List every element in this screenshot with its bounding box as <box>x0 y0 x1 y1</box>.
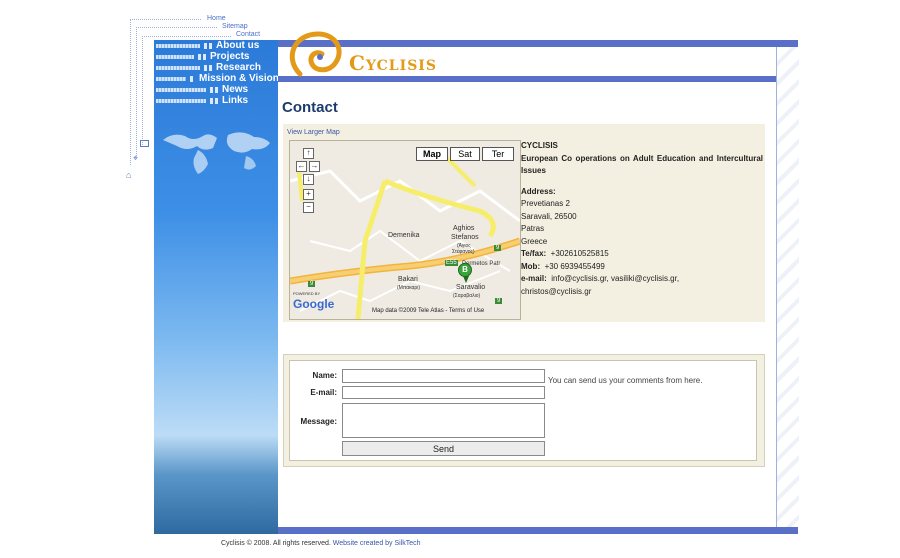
message-textarea[interactable] <box>342 403 545 438</box>
map-label: Demenika <box>388 232 420 239</box>
map-type-ter-button[interactable]: Ter <box>482 147 514 161</box>
nav-bar-graphic <box>156 88 206 92</box>
nav-label: About us <box>216 40 260 51</box>
nav-item-news[interactable]: News <box>154 84 278 96</box>
name-label: Name: <box>312 371 337 380</box>
world-map-graphic <box>163 132 270 174</box>
sitemap-icon[interactable]: ⌖ <box>133 153 138 164</box>
nav-bullet-icon <box>209 43 212 49</box>
nav-bar-graphic <box>156 99 206 103</box>
nav-bar-graphic <box>156 55 194 59</box>
map-marker-icon[interactable]: B <box>458 263 472 277</box>
google-logo: Google <box>293 297 335 311</box>
nav-bullet-icon <box>210 98 213 104</box>
nav-bullet-icon <box>204 65 207 71</box>
contact-link[interactable]: Contact <box>236 31 260 38</box>
nav-item-mission-vision[interactable]: Mission & Vision <box>154 73 279 85</box>
powered-by-label: POWERED BY <box>293 291 321 296</box>
email-input[interactable] <box>342 386 545 399</box>
nav-item-links[interactable]: Links <box>154 95 278 107</box>
pan-up-icon[interactable]: ↑ <box>303 148 314 159</box>
map-attribution: Map data ©2009 Tele Atlas - Terms of Use <box>372 308 485 314</box>
nav-bullet-icon <box>210 87 213 93</box>
address-label: Address: <box>521 186 556 196</box>
sidebar: About us Projects Research Mission & Vis… <box>154 40 279 534</box>
road-badge: E55 <box>445 260 458 266</box>
org-name: CYCLISIS <box>521 141 558 150</box>
home-link[interactable]: Home <box>207 15 226 22</box>
address-line: Patras <box>521 224 545 233</box>
bottom-bar <box>278 527 798 534</box>
mob-value: +30 6939455499 <box>544 261 605 271</box>
nav-bullet-icon <box>215 98 218 104</box>
home-icon[interactable]: ⌂ <box>126 170 131 180</box>
mail-icon[interactable] <box>140 140 149 147</box>
pan-right-icon[interactable]: → <box>309 161 320 172</box>
nav-bullet-icon <box>204 43 207 49</box>
map-roads-graphic <box>290 141 520 319</box>
address-line: Prevetianas 2 <box>521 199 570 208</box>
nav-bullet-icon <box>203 54 206 60</box>
right-border <box>776 47 777 527</box>
nav-label: Projects <box>210 51 250 62</box>
right-decoration <box>776 47 799 527</box>
email-label: e-mail: <box>521 274 547 283</box>
logo-text: Cyclisis <box>349 51 437 75</box>
road-badge: 9 <box>495 298 503 304</box>
message-label: Message: <box>300 417 337 426</box>
map-label: Saravalio <box>456 284 486 291</box>
nav-bar-graphic <box>156 77 186 81</box>
footer: Cyclisis © 2008. All rights reserved. We… <box>221 540 421 547</box>
view-larger-map-link[interactable]: View Larger Map <box>287 129 340 136</box>
map-label: (Σαραβαλιο) <box>453 293 481 299</box>
nav-label: News <box>222 84 249 95</box>
map-label: Stefanos <box>451 234 479 241</box>
nav-bullet-icon <box>190 76 193 82</box>
credit-link[interactable]: Website created by SilkTech <box>333 540 421 547</box>
road-badge: 9 <box>308 281 316 287</box>
pan-left-icon[interactable]: ← <box>296 161 307 172</box>
top-bar <box>278 40 798 47</box>
header-bar <box>278 76 776 82</box>
nav-label: Mission & Vision <box>199 73 279 84</box>
telfax-value: +302610525815 <box>550 249 609 258</box>
email-value[interactable]: info@cyclisis.gr, vasiliki@cyclisis.gr, <box>551 274 679 283</box>
form-hint: You can send us your comments from here. <box>548 376 703 385</box>
zoom-in-icon[interactable]: + <box>303 189 314 200</box>
nav-bullet-icon <box>215 87 218 93</box>
map-label: Aghios <box>453 225 475 232</box>
nav-bar-graphic <box>156 44 200 48</box>
google-map[interactable]: Map Sat Ter ↑ ← → ↓ + − Demenika Aghios … <box>289 140 521 320</box>
name-input[interactable] <box>342 369 545 383</box>
send-button[interactable]: Send <box>342 441 545 456</box>
map-type-sat-button[interactable]: Sat <box>450 147 480 161</box>
road-badge: 9 <box>494 245 502 251</box>
pan-down-icon[interactable]: ↓ <box>303 174 314 185</box>
nav-bar-graphic <box>156 66 200 70</box>
address-line: Saravali, 26500 <box>521 211 577 221</box>
sitemap-link[interactable]: Sitemap <box>222 23 248 30</box>
map-label: (Μπακαρι) <box>397 285 421 291</box>
nav-label: Links <box>222 95 249 106</box>
email-label: E-mail: <box>310 388 337 397</box>
email-value[interactable]: christos@cyclisis.gr <box>521 286 763 299</box>
map-label: Bakari <box>398 276 418 283</box>
address-line: Greece <box>521 236 548 246</box>
zoom-out-icon[interactable]: − <box>303 202 314 213</box>
mob-label: Mob: <box>521 261 541 271</box>
nav-bullet-icon <box>209 65 212 71</box>
org-description: European Co operations on Adult Educatio… <box>521 153 763 176</box>
page-title: Contact <box>282 99 338 116</box>
spiral-logo-icon <box>289 31 342 77</box>
copyright-text: Cyclisis © 2008. All rights reserved. <box>221 540 333 547</box>
map-label: Στέφανος) <box>452 249 475 255</box>
telfax-label: Te/fax: <box>521 249 547 258</box>
map-marker-pin <box>463 276 469 283</box>
contact-info: CYCLISIS European Co operations on Adult… <box>521 140 763 298</box>
nav-label: Research <box>216 62 262 73</box>
map-type-map-button[interactable]: Map <box>416 147 448 161</box>
nav-bullet-icon <box>198 54 201 60</box>
